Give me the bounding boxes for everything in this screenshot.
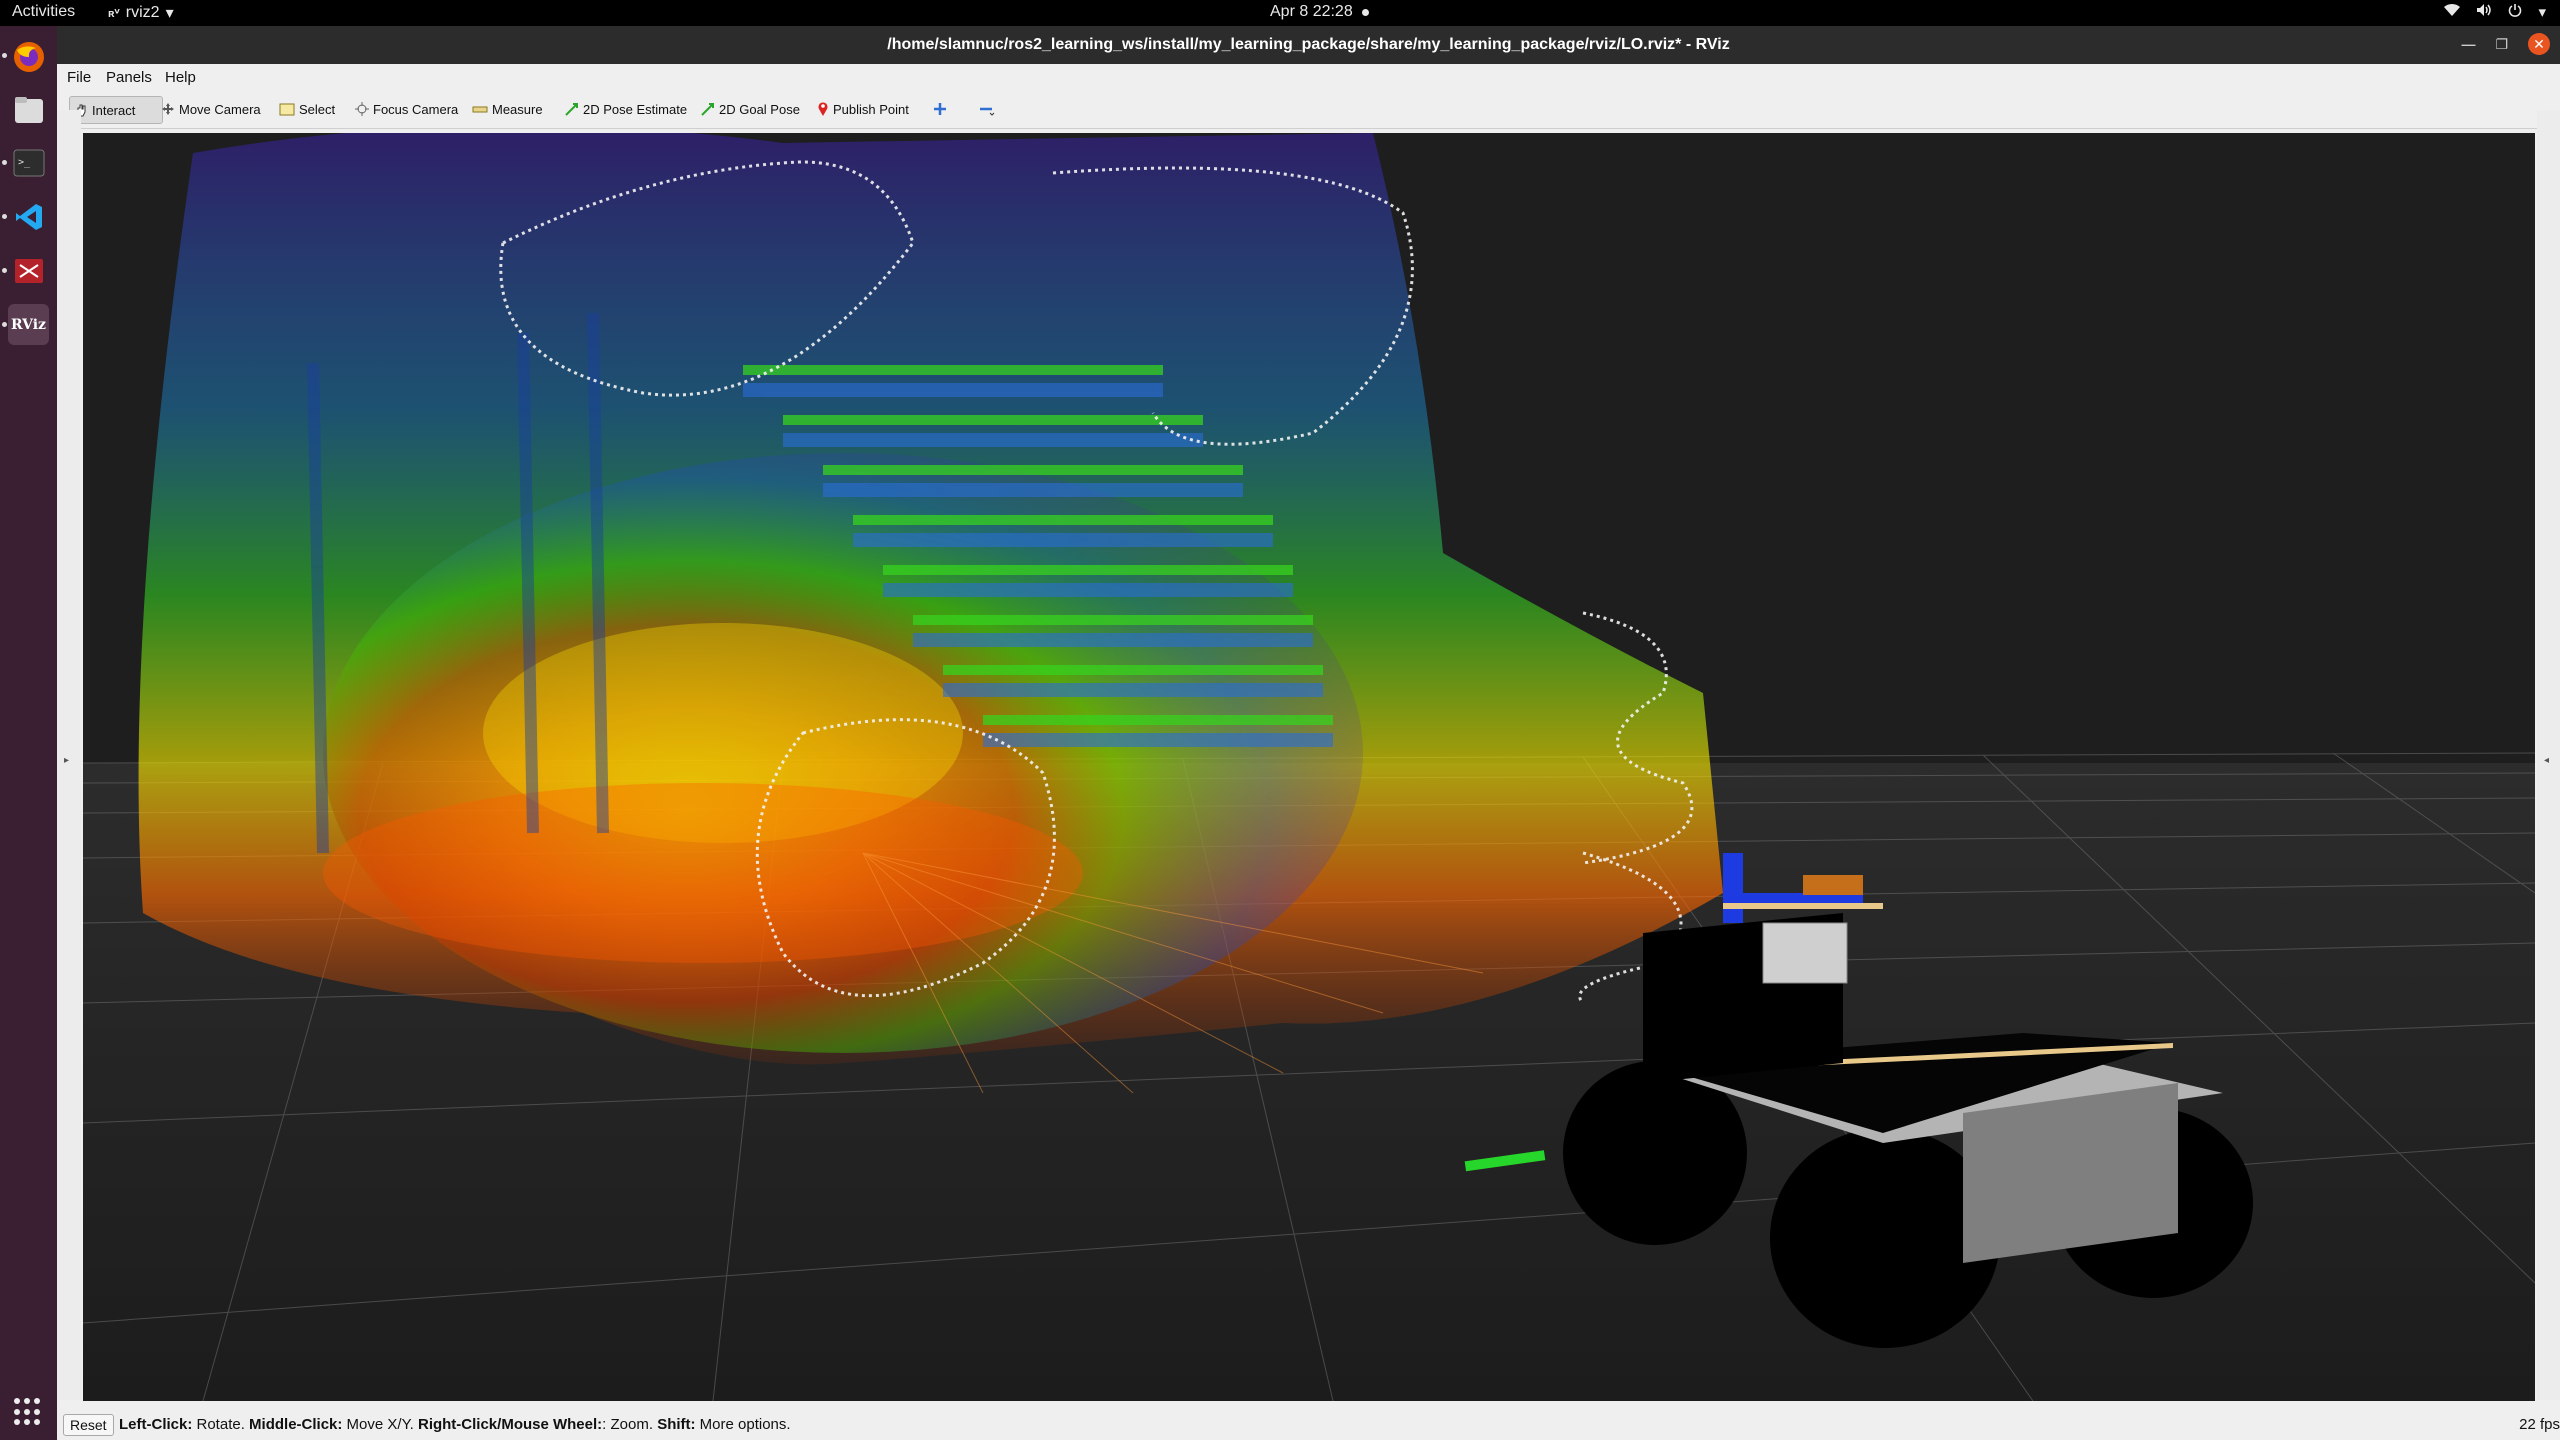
menu-panels[interactable]: Panels — [106, 69, 152, 86]
green-arrow-icon — [701, 103, 714, 116]
rviz-icon[interactable]: RViz — [8, 304, 49, 345]
tool-bar: Interact Move Camera Select Focus Camera… — [57, 90, 2560, 129]
expand-arrow-icon[interactable]: ▸ — [64, 755, 69, 766]
measure-tool-button[interactable]: Measure — [468, 96, 547, 122]
window-titlebar[interactable]: /home/slamnuc/ros2_learning_ws/install/m… — [57, 26, 2560, 64]
reset-button[interactable]: Reset — [63, 1414, 114, 1436]
left-dock-collapsed[interactable]: ▸ — [57, 110, 81, 1400]
ruler-icon — [472, 106, 488, 113]
firefox-icon[interactable] — [8, 36, 49, 77]
rviz-label: RViz — [10, 316, 47, 333]
menu-help[interactable]: Help — [165, 69, 196, 86]
running-indicator — [2, 268, 7, 273]
hint-middle-click: Middle-Click: — [249, 1416, 343, 1433]
system-top-bar: Activities ʀⱽ rviz2 ▾ Apr 8 22:28 ▾ — [0, 0, 2560, 26]
focus-camera-tool-button[interactable]: Focus Camera — [351, 96, 462, 122]
chevron-down-icon: ▾ — [2538, 4, 2546, 21]
scene-render[interactable] — [83, 133, 2535, 1401]
svg-text:>_: >_ — [18, 157, 31, 168]
running-indicator — [2, 160, 7, 165]
status-bar: Reset Left-Click: Rotate. Middle-Click: … — [57, 1405, 2560, 1440]
green-arrow-icon — [565, 103, 578, 116]
hint-zoom: : Zoom. — [602, 1416, 658, 1433]
menu-file[interactable]: File — [67, 69, 91, 86]
app-menu[interactable]: ʀⱽ rviz2 ▾ — [108, 3, 174, 23]
select-icon — [279, 103, 295, 115]
running-indicator — [2, 322, 7, 327]
goal-pose-tool-button[interactable]: 2D Goal Pose — [697, 96, 804, 122]
hint-rotate: Rotate. — [192, 1416, 250, 1433]
right-dock-collapsed[interactable]: ◂ — [2537, 110, 2560, 1400]
move-icon — [162, 103, 174, 115]
fps-counter: 22 fps — [2519, 1416, 2560, 1433]
menu-bar: File Panels Help — [57, 64, 2560, 90]
window-title: /home/slamnuc/ros2_learning_ws/install/m… — [887, 36, 1730, 53]
volume-icon[interactable] — [2476, 3, 2492, 21]
minimize-icon[interactable]: — — [2461, 36, 2475, 52]
notification-dot-icon — [1362, 9, 1369, 16]
minus-icon — [980, 107, 995, 116]
map-pin-icon — [818, 102, 828, 116]
running-indicator — [2, 53, 7, 58]
publish-point-tool-button[interactable]: Publish Point — [813, 96, 913, 122]
publish-point-label: Publish Point — [833, 101, 909, 117]
pose-estimate-label: 2D Pose Estimate — [583, 101, 688, 117]
close-icon[interactable]: ✕ — [2528, 33, 2550, 55]
app-menu-label: rviz2 — [125, 4, 160, 21]
goal-pose-label: 2D Goal Pose — [719, 101, 800, 117]
hint-shift: Shift: — [657, 1416, 696, 1433]
hint-move: Move X/Y. — [342, 1416, 418, 1433]
interact-label: Interact — [92, 102, 136, 118]
running-indicator — [2, 214, 7, 219]
pose-estimate-tool-button[interactable]: 2D Pose Estimate — [561, 96, 691, 122]
add-tool-button[interactable] — [929, 96, 951, 122]
select-label: Select — [299, 101, 336, 117]
window-controls: — ❐ ✕ — [2461, 33, 2550, 55]
measure-label: Measure — [492, 101, 543, 117]
interaction-hint: Left-Click: Rotate. Middle-Click: Move X… — [119, 1416, 791, 1433]
remove-tool-button[interactable] — [975, 96, 999, 122]
move-camera-tool-button[interactable]: Move Camera — [157, 96, 265, 122]
move-camera-label: Move Camera — [179, 101, 261, 117]
files-icon[interactable] — [8, 89, 49, 130]
activities-button[interactable]: Activities — [12, 3, 75, 21]
red-app-icon[interactable] — [8, 250, 49, 291]
focus-camera-label: Focus Camera — [373, 101, 459, 117]
plus-icon — [934, 103, 946, 115]
power-icon[interactable] — [2508, 3, 2522, 21]
rviz-app-icon: ʀⱽ — [108, 7, 120, 20]
show-apps-icon[interactable] — [14, 1398, 42, 1426]
vscode-icon[interactable] — [8, 196, 49, 237]
hint-left-click: Left-Click: — [119, 1416, 193, 1433]
wifi-icon[interactable] — [2444, 3, 2461, 21]
expand-arrow-icon[interactable]: ◂ — [2544, 755, 2549, 766]
chevron-down-icon: ▾ — [165, 5, 174, 22]
system-tray[interactable]: ▾ — [2444, 3, 2546, 21]
render-viewport-3d[interactable] — [83, 133, 2535, 1401]
hint-more: More options. — [695, 1416, 791, 1433]
hint-right-click: Right-Click/Mouse Wheel: — [417, 1416, 603, 1433]
select-tool-button[interactable]: Select — [275, 96, 339, 122]
dock: >_ RViz — [0, 26, 57, 1440]
focus-icon — [355, 102, 369, 116]
interact-tool-button[interactable]: Interact — [69, 96, 163, 124]
terminal-icon[interactable]: >_ — [8, 142, 49, 183]
clock[interactable]: Apr 8 22:28 — [1270, 3, 1353, 21]
restore-icon[interactable]: ❐ — [2495, 36, 2508, 53]
